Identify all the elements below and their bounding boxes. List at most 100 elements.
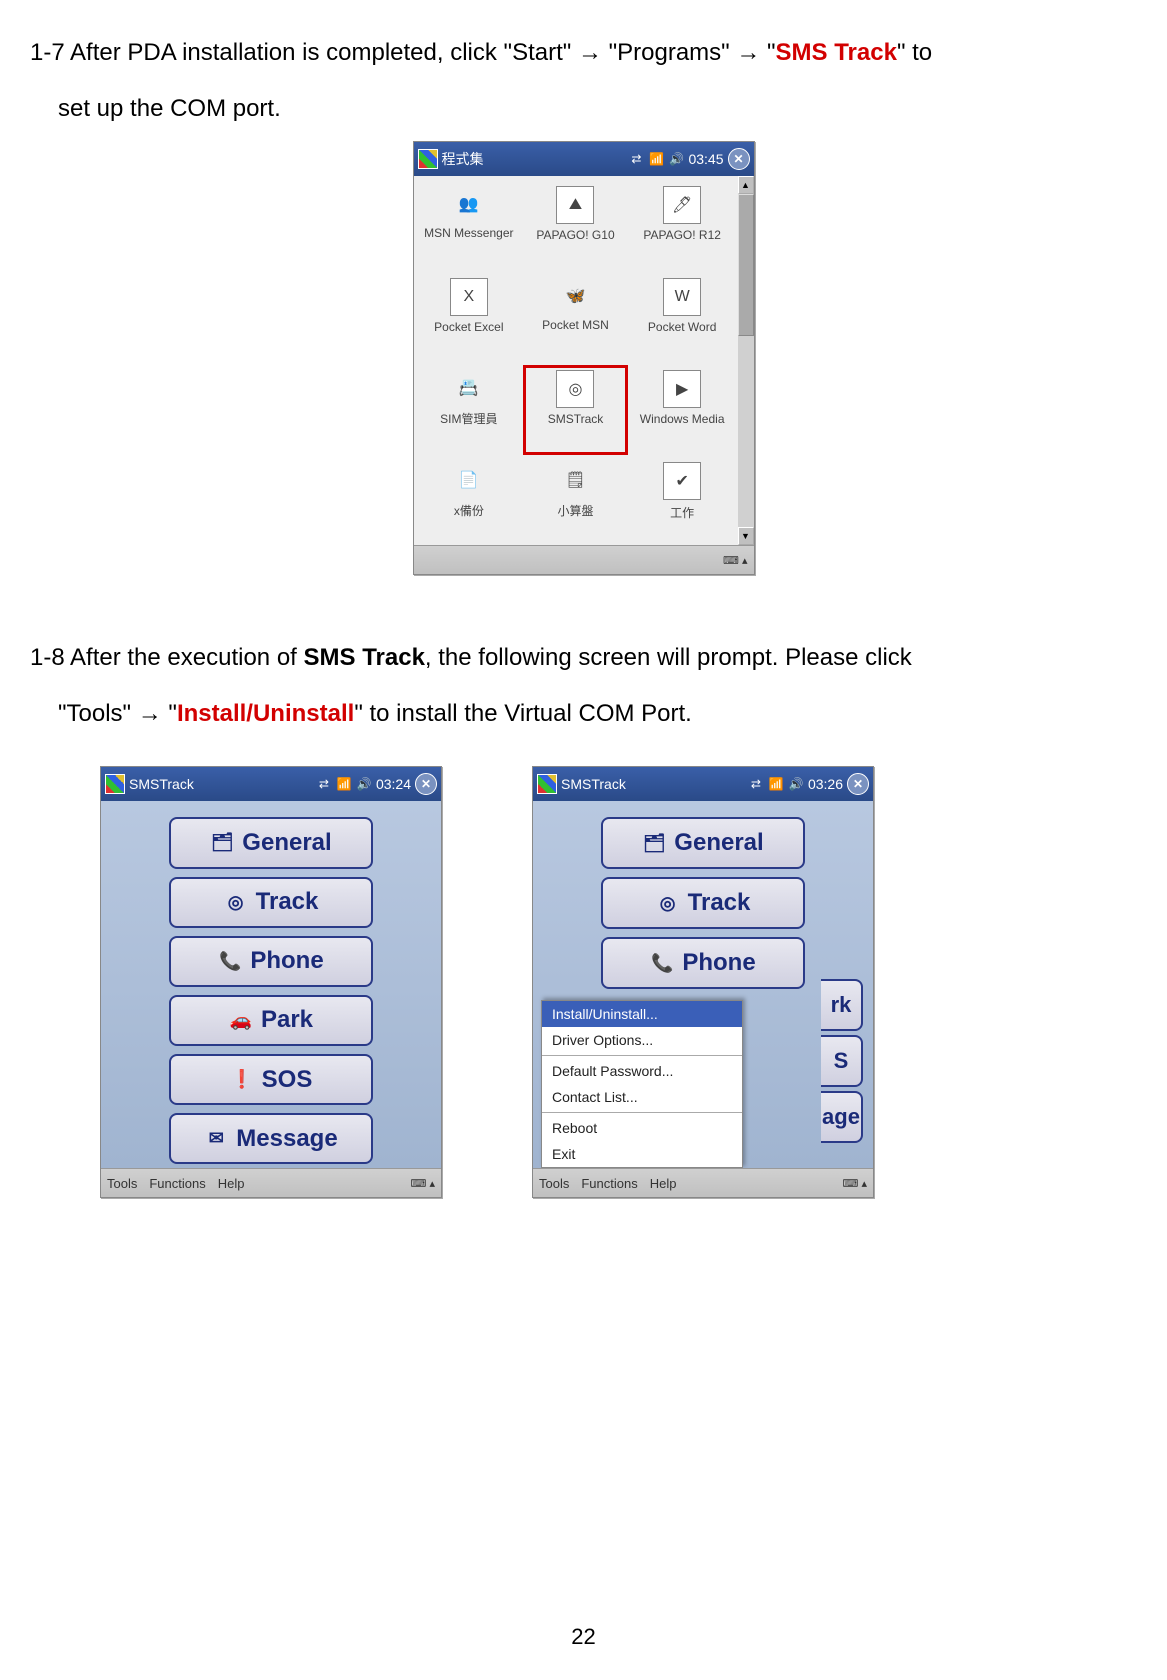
volume-icon[interactable]: 🔊 xyxy=(356,776,372,792)
text: "Tools" xyxy=(58,700,138,727)
app-pocket-excel[interactable]: X Pocket Excel xyxy=(416,272,523,364)
scroll-track[interactable] xyxy=(738,194,754,527)
menu-item-default-password[interactable]: Default Password... xyxy=(542,1058,742,1084)
app-windows-media[interactable]: ▶Windows Media xyxy=(629,364,736,456)
app-pocket-msn[interactable]: 🦋Pocket MSN xyxy=(522,272,629,364)
app-label: SIM管理員 xyxy=(440,410,497,427)
app-icon: 🖊 xyxy=(663,186,701,224)
app-x-[interactable]: 📄x備份 xyxy=(416,456,523,545)
signal-icon: 📶 xyxy=(336,776,352,792)
text: " xyxy=(767,39,776,66)
button-label: Phone xyxy=(682,949,755,977)
smstrack-body: 🗂General ◎Track 📞Phone 🚗Park ❗SOS ✉Message xyxy=(101,801,441,1168)
app-icon: 📄 xyxy=(451,462,487,498)
sos-button[interactable]: ❗SOS xyxy=(169,1054,373,1105)
menu-item-reboot[interactable]: Reboot xyxy=(542,1115,742,1141)
connectivity-icon[interactable]: ⇄ xyxy=(316,776,332,792)
volume-icon[interactable]: 🔊 xyxy=(668,151,684,167)
app-label: PAPAGO! G10 xyxy=(536,228,614,242)
app-label: SMSTrack xyxy=(548,412,604,426)
app-sim-[interactable]: 📇SIM管理員 xyxy=(416,364,523,456)
text: "Programs" xyxy=(609,39,737,66)
menu-item-exit[interactable]: Exit xyxy=(542,1141,742,1167)
keyboard-icon[interactable]: ⌨ ▴ xyxy=(843,1177,867,1190)
app-icon: ◎ xyxy=(556,370,594,408)
footer-tools[interactable]: Tools xyxy=(539,1176,569,1191)
button-label: Message xyxy=(236,1125,337,1153)
start-flag-icon[interactable] xyxy=(105,774,125,794)
connectivity-icon[interactable]: ⇄ xyxy=(748,776,764,792)
app-icon: W xyxy=(663,278,701,316)
app-icon: 🦋 xyxy=(557,278,593,314)
phone-button[interactable]: 📞Phone xyxy=(169,936,373,987)
start-flag-icon[interactable] xyxy=(418,149,438,169)
button-label: General xyxy=(674,829,763,857)
bold-text: SMS Track xyxy=(304,644,425,671)
app--[interactable]: 🗒小算盤 xyxy=(522,456,629,545)
phone-button[interactable]: 📞 Phone xyxy=(601,937,805,989)
connectivity-icon[interactable]: ⇄ xyxy=(628,151,644,167)
phone-icon: 📞 xyxy=(650,951,674,975)
keyboard-icon[interactable]: ⌨ ▴ xyxy=(411,1177,435,1190)
app-icon: 🗒 xyxy=(557,462,593,498)
start-flag-icon[interactable] xyxy=(537,774,557,794)
app-papago-g10[interactable]: ⛰ PAPAGO! G10 xyxy=(522,180,629,272)
general-button[interactable]: 🗂General xyxy=(169,817,373,868)
park-button[interactable]: 🚗Park xyxy=(169,995,373,1046)
general-button[interactable]: 🗂General xyxy=(601,817,805,869)
partial-button[interactable]: rk xyxy=(821,979,863,1031)
pda-titlebar: SMSTrack ⇄ 📶 🔊 03:24 ✕ xyxy=(101,767,441,801)
track-icon: ◎ xyxy=(656,891,680,915)
page: 1-7 After PDA installation is completed,… xyxy=(0,0,1167,1680)
window-title: SMSTrack xyxy=(129,776,194,792)
clock: 03:24 xyxy=(376,776,411,792)
button-label: Track xyxy=(688,889,751,917)
close-button[interactable]: ✕ xyxy=(847,773,869,795)
app-icon: ⛰ xyxy=(556,186,594,224)
smstrack-body: 🗂General ◎ Track 📞 Phone rkSage Install/Uninst… xyxy=(533,801,873,1168)
clock: 03:26 xyxy=(808,776,843,792)
tools-menu: Install/Uninstall...Driver Options... Def… xyxy=(541,1000,743,1168)
message-button[interactable]: ✉Message xyxy=(169,1113,373,1164)
smstrack-main-screenshot: SMSTrack ⇄ 📶 🔊 03:24 ✕ 🗂General ◎Track 📞Ph… xyxy=(100,766,442,1198)
app-msn-messenger[interactable]: 👥MSN Messenger xyxy=(416,180,523,272)
footer-tools[interactable]: Tools xyxy=(107,1176,137,1191)
app-label: Pocket Excel xyxy=(434,320,503,334)
scroll-down-button[interactable]: ▼ xyxy=(738,527,754,545)
keyboard-icon[interactable]: ⌨ ▴ xyxy=(723,554,747,567)
footer-functions[interactable]: Functions xyxy=(581,1176,637,1191)
partial-button[interactable]: S xyxy=(821,1035,863,1087)
footer-functions[interactable]: Functions xyxy=(149,1176,205,1191)
menu-divider xyxy=(542,1055,742,1056)
scroll-up-button[interactable]: ▲ xyxy=(738,176,754,194)
scrollbar[interactable]: ▲ ▼ xyxy=(738,176,754,545)
menu-item-driver-options[interactable]: Driver Options... xyxy=(542,1027,742,1053)
step-1-8: 1-8 After the execution of SMS Track, th… xyxy=(30,635,1137,681)
two-pda-row: SMSTrack ⇄ 📶 🔊 03:24 ✕ 🗂General◎Track📞Ph… xyxy=(30,766,1137,1198)
app-pocket-word[interactable]: WPocket Word xyxy=(629,272,736,364)
step-1-7: 1-7 After PDA installation is completed,… xyxy=(30,30,1137,76)
menu-item-install-uninstall[interactable]: Install/Uninstall... xyxy=(542,1001,742,1027)
clock: 03:45 xyxy=(688,151,723,167)
app--[interactable]: ✔工作 xyxy=(629,456,736,545)
close-button[interactable]: ✕ xyxy=(728,148,750,170)
app-papago-r12[interactable]: 🖊PAPAGO! R12 xyxy=(629,180,736,272)
programs-grid: 👥MSN Messenger ⛰ PAPAGO! G10 🖊PAPAGO! R12 XP… xyxy=(414,176,738,545)
track-button[interactable]: ◎ Track xyxy=(601,877,805,929)
scroll-thumb[interactable] xyxy=(738,194,754,336)
track-button[interactable]: ◎Track xyxy=(169,877,373,928)
signal-icon: 📶 xyxy=(648,151,664,167)
programs-area: 👥MSN Messenger ⛰ PAPAGO! G10 🖊PAPAGO! R12 XP… xyxy=(414,176,754,545)
volume-icon[interactable]: 🔊 xyxy=(788,776,804,792)
footer-help[interactable]: Help xyxy=(650,1176,677,1191)
app-icon: ✔ xyxy=(663,462,701,500)
app-smstrack[interactable]: ◎ SMSTrack xyxy=(522,364,629,456)
app-icon: X xyxy=(450,278,488,316)
close-button[interactable]: ✕ xyxy=(415,773,437,795)
footer-help[interactable]: Help xyxy=(218,1176,245,1191)
programs-screenshot: 程式集 ⇄ 📶 🔊 03:45 ✕ 👥MSN Messenger⛰PAPAGO!… xyxy=(413,141,755,575)
menu-item-contact-list[interactable]: Contact List... xyxy=(542,1084,742,1110)
partial-button[interactable]: age xyxy=(821,1091,863,1143)
window-title: SMSTrack xyxy=(561,776,626,792)
sos-icon: ❗ xyxy=(230,1068,254,1092)
